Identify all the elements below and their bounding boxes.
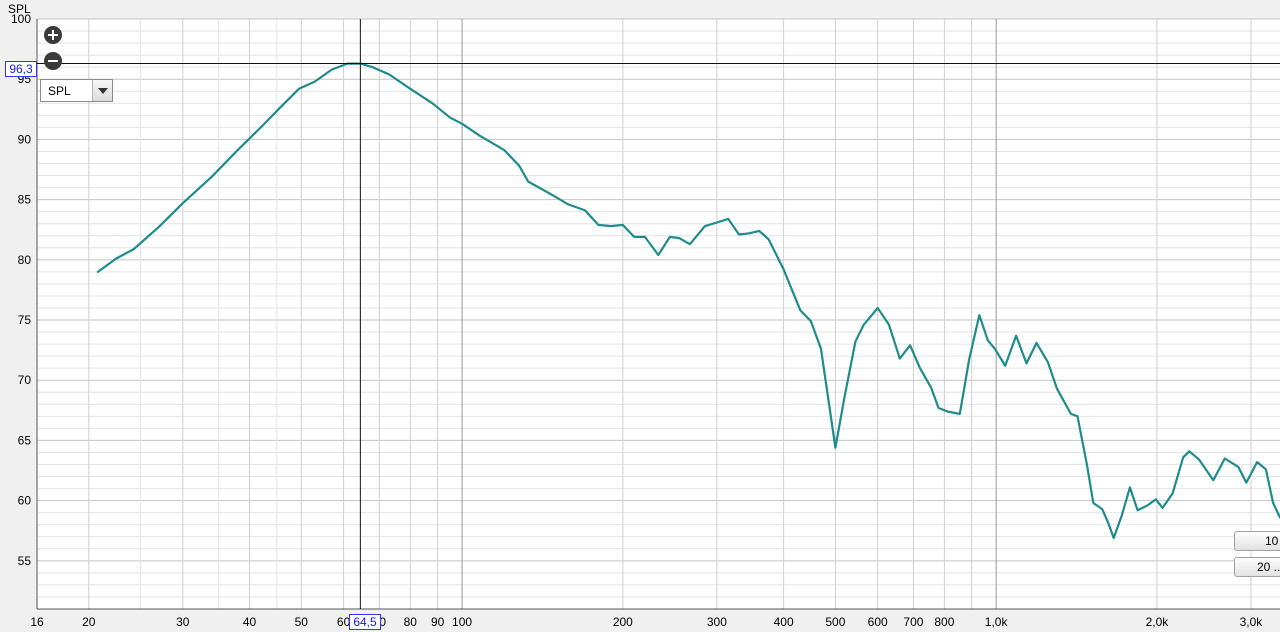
y-tick-label: 80 (18, 253, 32, 267)
resolution-button-1[interactable]: 10 (1234, 531, 1280, 551)
y-tick-label: 60 (18, 494, 32, 508)
x-tick-label: 40 (243, 615, 257, 629)
y-tick-label: 75 (18, 313, 32, 327)
x-tick-label: 800 (934, 615, 954, 629)
x-tick-label: 200 (613, 615, 633, 629)
measure-select-value: SPL (48, 83, 71, 98)
measure-select[interactable]: SPL (40, 79, 113, 102)
x-tick-label: 30 (176, 615, 190, 629)
y-tick-label: 70 (18, 373, 32, 387)
x-tick-label: 1,0k (985, 615, 1009, 629)
x-tick-label: 500 (825, 615, 845, 629)
zoom-in-icon[interactable] (44, 26, 62, 44)
x-tick-label: 50 (295, 615, 309, 629)
y-tick-label: 65 (18, 433, 32, 447)
x-tick-label: 80 (404, 615, 418, 629)
y-tick-label: 90 (18, 132, 32, 146)
x-tick-label: 2,0k (1146, 615, 1170, 629)
x-tick-label: 20 (82, 615, 96, 629)
cursor-x-readout: 64,5 (349, 614, 381, 630)
x-tick-label: 3,0k (1240, 615, 1264, 629)
y-tick-label: 85 (18, 193, 32, 207)
cursor-y-readout: 96,3 (5, 61, 37, 77)
plot-area (37, 19, 1280, 609)
x-tick-label: 600 (868, 615, 888, 629)
y-axis-title: SPL (8, 2, 31, 16)
x-tick-label: 400 (774, 615, 794, 629)
resolution-button-2[interactable]: 20 ... (1234, 557, 1280, 577)
x-tick-label: 700 (903, 615, 923, 629)
zoom-out-icon[interactable] (44, 52, 62, 70)
x-tick-label: 16 (30, 615, 44, 629)
x-tick-label: 100 (452, 615, 472, 629)
x-tick-label: 90 (431, 615, 445, 629)
y-tick-label: 55 (18, 554, 32, 568)
dropdown-arrow-icon[interactable] (92, 80, 112, 101)
x-tick-label: 300 (707, 615, 727, 629)
spl-chart[interactable]: 100959085807570656055SPL1620304050607080… (0, 0, 1280, 632)
